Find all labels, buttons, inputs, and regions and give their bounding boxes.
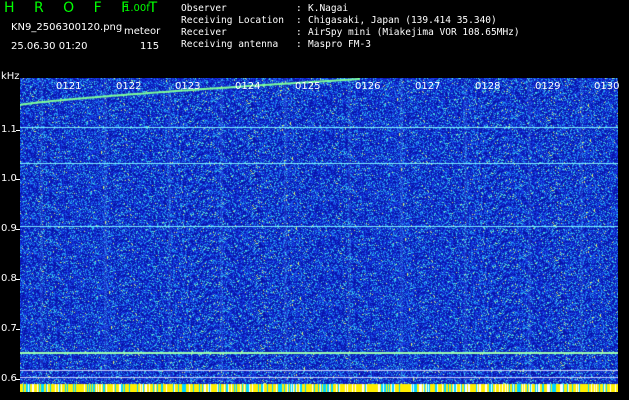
file-name: KN9_2506300120.png [11, 22, 123, 33]
detection-type: meteor [124, 26, 161, 37]
y-label-0-6: 0.6 [1, 373, 17, 384]
time-label-0128: 0128 [475, 81, 501, 92]
time-label-0130: 0130 [594, 81, 620, 92]
time-label-0123: 0123 [175, 81, 201, 92]
app-version: 1.00f [124, 3, 150, 14]
time-label-0126: 0126 [355, 81, 381, 92]
y-label-0-7: 0.7 [1, 323, 17, 334]
y-axis-unit: kHz [1, 71, 20, 82]
y-label-0-8: 0.8 [1, 273, 17, 284]
y-label-0-9: 0.9 [1, 223, 17, 234]
meteor-count: 115 [140, 41, 160, 52]
y-label-1-1: 1.1 [1, 124, 17, 135]
time-label-0121: 0121 [56, 81, 82, 92]
timestamp: 25.06.30 01:20 [11, 41, 88, 52]
spectrogram [20, 78, 618, 392]
info-location: Receiving Location: Chigasaki, Japan (139… [181, 15, 497, 26]
info-antenna: Receiving antenna: Maspro FM-3 [181, 39, 371, 50]
time-label-0124: 0124 [235, 81, 261, 92]
time-label-0125: 0125 [295, 81, 321, 92]
time-label-0122: 0122 [116, 81, 142, 92]
info-receiver: Receiver: AirSpy mini (Miakejima VOR 108.… [181, 27, 520, 38]
y-label-1-0: 1.0 [1, 173, 17, 184]
info-observer: Observer: K.Nagai [181, 3, 349, 14]
time-label-0127: 0127 [415, 81, 441, 92]
time-label-0129: 0129 [535, 81, 561, 92]
